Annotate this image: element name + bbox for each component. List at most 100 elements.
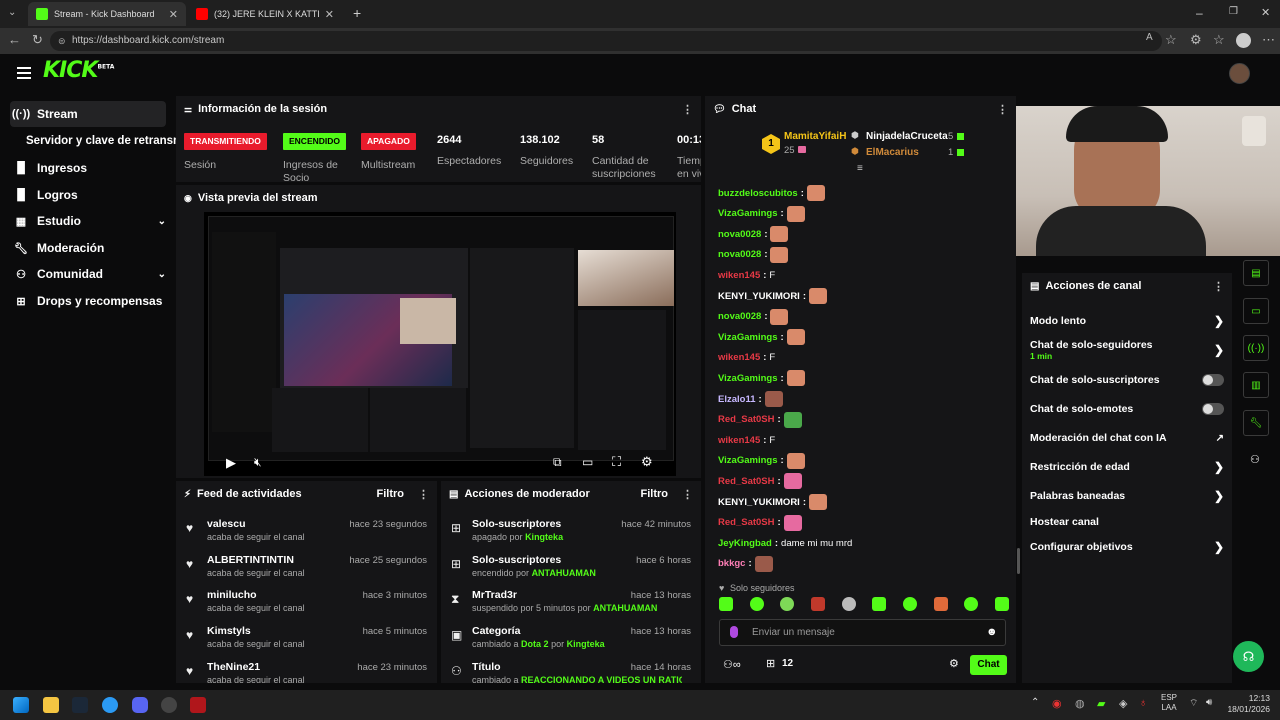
wifi-icon[interactable]: ⌔ [1189,697,1198,710]
sidebar-item-estudio[interactable]: ▦ Estudio ⌄ [10,208,166,234]
sidebar-item-moderacion[interactable]: 🔧︎ Moderación [10,235,166,261]
activity-user[interactable]: Kimstyls [207,625,251,637]
more-options-icon[interactable]: ⋮ [682,488,693,501]
action-solo-suscriptores[interactable]: Chat de solo-suscriptores [1030,372,1224,388]
mod-action-user[interactable]: ANTAHUAMAN [593,603,657,613]
theater-mode-icon[interactable]: ▭ [582,455,593,469]
chat-username[interactable]: nova0028 [718,311,761,322]
close-window-icon[interactable]: ✕ [1261,6,1270,19]
sidebar-item-drops[interactable]: ⊞ Drops y recompensas [10,288,166,314]
emoji-picker-icon[interactable]: ☻ [986,626,998,638]
settings-gear-icon[interactable]: ⚙ [641,454,653,470]
browser-tab-youtube[interactable]: (32) JERE KLEIN X KATTEYES - TOD ✕ [188,2,342,26]
chat-username[interactable]: wiken145 [718,435,760,446]
url-input[interactable]: ⊜ https://dashboard.kick.com/stream [50,31,1162,51]
extensions-icon[interactable]: ⚙ [1190,32,1202,48]
sidebar-item-stream[interactable]: ((·)) Stream [10,101,166,127]
more-options-icon[interactable]: ⋮ [1213,280,1224,293]
sidebar-item-ingresos[interactable]: ▐▌ Ingresos [10,155,166,181]
chat-username[interactable]: wiken145 [718,352,760,363]
tray-mic-icon[interactable]: ♁ [1139,697,1147,709]
chat-username[interactable]: Red_Sat0SH [718,476,775,487]
toggle-switch[interactable] [1202,403,1224,415]
emote-icon[interactable] [780,597,795,611]
profile-avatar[interactable] [1236,33,1251,48]
user-avatar[interactable] [1229,63,1250,84]
mod-action-user[interactable]: Kingteka [525,532,563,542]
browser-tab-kick-dashboard[interactable]: Stream - Kick Dashboard ✕ [28,2,186,26]
language-indicator[interactable]: ESP LAA [1161,693,1177,713]
tray-app-icon[interactable]: ◉ [1052,697,1062,710]
file-explorer-icon[interactable] [43,697,59,713]
action-hostear-canal[interactable]: Hostear canal [1030,514,1224,530]
chat-username[interactable]: Red_Sat0SH [718,517,775,528]
leaderboard-user-1[interactable]: MamitaYifaiH [784,131,846,142]
action-modo-lento[interactable]: Modo lento ❯ [1030,313,1224,329]
send-chat-button[interactable]: Chat [970,655,1007,675]
expand-leaderboard-icon[interactable]: ≡ [857,163,863,174]
collections-icon[interactable]: ☆ [1213,32,1225,48]
emote-icon[interactable] [841,597,856,611]
back-icon[interactable]: ← [8,32,21,47]
tray-app-icon[interactable]: ◍ [1075,697,1085,710]
stream-preview-video[interactable]: ▶ 🔇︎ ⧉ ▭ ⛶ ⚙ [204,212,676,476]
chat-username[interactable]: VizaGamings [718,455,778,466]
new-tab-button[interactable]: + [353,5,361,21]
leaderboard-user-3[interactable]: ElMacarius [866,147,919,158]
read-aloud-icon[interactable]: A [1146,32,1153,43]
volume-icon[interactable]: 🔊︎ [1206,697,1212,708]
hamburger-menu-icon[interactable] [17,67,31,79]
favorite-star-icon[interactable]: ☆ [1165,32,1177,48]
discord-icon[interactable] [132,697,148,713]
gift-icon[interactable]: ⊞ [766,657,775,670]
emote-icon[interactable] [964,597,979,611]
site-info-icon[interactable]: ⊜ [58,31,66,51]
more-options-icon[interactable]: ⋮ [418,488,429,501]
activity-user[interactable]: ALBERTINTINTIN [207,554,294,566]
action-restriccion-edad[interactable]: Restricción de edad ❯ [1030,459,1224,475]
tab-list-chevron-icon[interactable]: ⌄ [8,7,16,18]
close-tab-icon[interactable]: ✕ [325,8,334,21]
emote-icon[interactable] [933,597,948,611]
chat-username[interactable]: KENYI_YUKIMORI [718,291,800,302]
windows-start-icon[interactable] [13,697,29,713]
tray-chevron-icon[interactable]: ⌃ [1031,697,1039,708]
chat-username[interactable]: KENYI_YUKIMORI [718,497,800,508]
chat-username[interactable]: VizaGamings [718,373,778,384]
rail-notes-icon[interactable]: ▤ [1243,260,1269,286]
play-icon[interactable]: ▶ [226,455,236,471]
minimize-window-icon[interactable]: – [1196,6,1203,20]
steam-icon[interactable] [72,697,88,713]
activity-user[interactable]: valescu [207,518,246,530]
chat-scrollbar[interactable] [1017,548,1020,574]
rail-community-icon[interactable]: ⚇ [1250,453,1260,466]
emote-icon[interactable] [872,597,887,611]
chat-username[interactable]: VizaGamings [718,208,778,219]
rail-wrench-icon[interactable]: 🔧︎ [1243,410,1269,436]
more-options-icon[interactable]: ⋮ [997,103,1008,116]
sidebar-item-logros[interactable]: ▐▌ Logros [10,182,166,208]
chat-username[interactable]: JeyKingbad [718,538,772,549]
tray-steam-icon[interactable]: ◈ [1119,697,1127,710]
tray-app-icon[interactable]: ▰ [1097,697,1105,710]
action-solo-seguidores[interactable]: Chat de solo-seguidores 1 min ❯ [1030,339,1224,361]
rail-layout-icon[interactable]: ▥ [1243,372,1269,398]
leaderboard-user-2[interactable]: NinjadelaCruceta [866,131,948,142]
kick-logo[interactable]: KICKBETA [43,58,114,83]
toggle-switch[interactable] [1202,374,1224,386]
clock[interactable]: 12:13 18/01/2026 [1224,693,1270,715]
more-options-icon[interactable]: ⋮ [682,103,693,116]
community-icon[interactable]: ⚇∞ [723,658,741,671]
activity-user[interactable]: minilucho [207,589,257,601]
action-configurar-objetivos[interactable]: Configurar objetivos ❯ [1030,539,1224,555]
chat-input[interactable]: Enviar un mensaje ☻ [719,619,1006,646]
browser-menu-icon[interactable]: ⋯ [1262,32,1275,48]
mod-action-category[interactable]: Dota 2 [521,639,549,649]
rail-chat-icon[interactable]: ▭ [1243,298,1269,324]
chat-username[interactable]: Elzalo11 [718,394,756,405]
emote-icon[interactable] [749,597,764,611]
action-solo-emotes[interactable]: Chat de solo-emotes [1030,401,1224,417]
chat-username[interactable]: nova0028 [718,249,761,260]
chat-username[interactable]: buzzdeloscubitos [718,188,798,199]
filter-button[interactable]: Filtro [377,488,405,500]
